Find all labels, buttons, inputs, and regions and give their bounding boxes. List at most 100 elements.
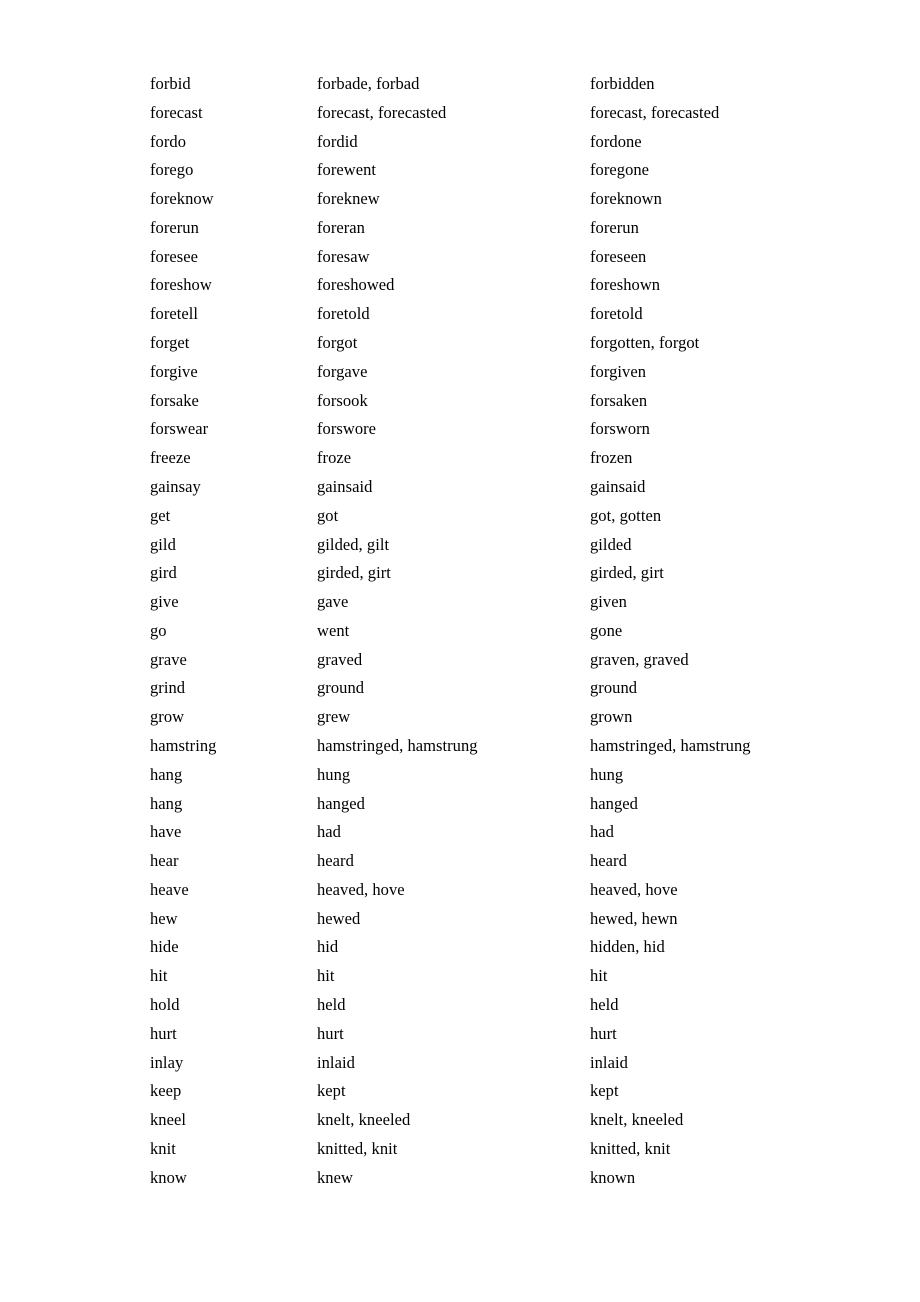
document-page: forbid forbade, forbad forbidden forecast fo… <box>0 0 920 1302</box>
verb-past-tense: foretold <box>317 304 370 324</box>
verb-base-form: inlay <box>150 1052 184 1072</box>
verb-base-form: hold <box>150 995 180 1014</box>
verb-past-participle: hurt <box>590 1023 617 1043</box>
verb-base-form: forego <box>150 160 194 180</box>
table-row: foreshow foreshowed foreshown <box>150 271 890 300</box>
verb-past-participle: girded, girt <box>590 563 664 583</box>
verb-base-form: hew <box>150 908 178 928</box>
table-row: gird girded, girt girded, girt <box>150 559 890 588</box>
verb-past-participle: forgiven <box>590 361 646 381</box>
verb-past-tense: heaved, hove <box>317 879 405 899</box>
table-row: inlay inlaid inlaid <box>150 1049 890 1078</box>
verb-past-tense: went <box>317 620 350 640</box>
table-row: hew hewed hewed, hewn <box>150 905 890 934</box>
verb-past-tense: heard <box>317 851 354 871</box>
table-row: grow grew grown <box>150 703 890 732</box>
table-row: forget forgot forgotten, forgot <box>150 329 890 358</box>
verb-base-form: grind <box>150 678 186 698</box>
table-row: freeze froze frozen <box>150 444 890 473</box>
verb-past-participle: held <box>590 995 619 1014</box>
verb-base-form: hang <box>150 764 183 784</box>
verb-past-participle: foreshown <box>590 275 661 295</box>
verb-base-form: foresee <box>150 246 198 266</box>
verb-past-participle: knitted, knit <box>590 1138 671 1158</box>
verb-past-participle: gilded <box>590 534 632 554</box>
verb-past-participle: heaved, hove <box>590 879 678 899</box>
verb-base-form: hurt <box>150 1023 177 1043</box>
table-row: grind ground ground <box>150 674 890 703</box>
verb-past-tense: hid <box>317 937 339 957</box>
table-row: forswear forswore forsworn <box>150 415 890 444</box>
verb-past-tense: forbade, forbad <box>317 74 420 93</box>
table-row: hamstring hamstringed, hamstrung hamstring… <box>150 732 890 761</box>
verb-past-participle: hamstringed, hamstrung <box>590 735 751 755</box>
verb-past-participle: ground <box>590 678 638 698</box>
verb-base-form: foreknow <box>150 189 214 209</box>
verb-base-form: hang <box>150 793 183 813</box>
verb-past-tense: forecast, forecasted <box>317 102 447 122</box>
verb-base-form: heave <box>150 879 189 899</box>
verb-base-form: gild <box>150 534 176 554</box>
verb-past-tense: held <box>317 995 346 1014</box>
verb-past-participle: foreknown <box>590 189 662 209</box>
verb-base-form: give <box>150 592 179 612</box>
verb-base-form: forbid <box>150 74 191 93</box>
verb-past-tense: foreran <box>317 217 365 237</box>
table-row: forecast forecast, forecasted forecast, fo… <box>150 99 890 128</box>
verb-past-tense: foreknew <box>317 189 380 209</box>
verb-base-form: forswear <box>150 419 209 439</box>
verb-past-tense: hung <box>317 764 351 784</box>
verb-base-form: kneel <box>150 1110 186 1130</box>
verb-base-form: go <box>150 620 167 640</box>
verb-past-tense: graved <box>317 649 363 669</box>
verb-base-form: foreshow <box>150 275 212 295</box>
verb-past-tense: fordid <box>317 131 358 151</box>
table-row: hear heard heard <box>150 847 890 876</box>
verb-past-tense: hewed <box>317 908 361 928</box>
table-row: hide hid hidden, hid <box>150 933 890 962</box>
verb-past-participle: forbidden <box>590 74 655 93</box>
verb-past-participle: frozen <box>590 448 633 468</box>
verb-past-tense: forgot <box>317 333 358 353</box>
verb-base-form: know <box>150 1167 187 1187</box>
verb-past-tense: knitted, knit <box>317 1138 398 1158</box>
table-row: foretell foretold foretold <box>150 300 890 329</box>
verb-past-tense: got <box>317 505 339 525</box>
verb-past-tense: foresaw <box>317 246 370 266</box>
table-row: forgive forgave forgiven <box>150 358 890 387</box>
verb-base-form: forerun <box>150 217 199 237</box>
verb-past-participle: foretold <box>590 304 643 324</box>
verb-past-participle: foreseen <box>590 246 647 266</box>
verb-base-form: forsake <box>150 390 199 410</box>
table-row: forsake forsook forsaken <box>150 387 890 416</box>
table-row: hold held held <box>150 991 890 1020</box>
verb-past-participle: grown <box>590 707 633 727</box>
table-row: hurt hurt hurt <box>150 1020 890 1049</box>
verb-base-form: forgive <box>150 361 198 381</box>
verb-base-form: hamstring <box>150 735 217 755</box>
verb-past-participle: inlaid <box>590 1052 628 1072</box>
table-row: hang hanged hanged <box>150 790 890 819</box>
table-row: grave graved graven, graved <box>150 646 890 675</box>
table-row: foreknow foreknew foreknown <box>150 185 890 214</box>
table-row: hang hung hung <box>150 761 890 790</box>
verb-past-tense: forsook <box>317 390 368 410</box>
verb-past-participle: hidden, hid <box>590 937 665 957</box>
verb-past-tense: had <box>317 822 341 842</box>
verb-base-form: gird <box>150 563 177 583</box>
verb-past-tense: hit <box>317 966 335 986</box>
verb-past-participle: gone <box>590 620 623 640</box>
table-row: know knew known <box>150 1164 890 1193</box>
verb-past-tense: girded, girt <box>317 563 391 583</box>
verb-past-tense: forewent <box>317 160 377 180</box>
table-row: gild gilded, gilt gilded <box>150 531 890 560</box>
verb-past-tense: gave <box>317 592 349 612</box>
verb-past-participle: knelt, kneeled <box>590 1110 684 1130</box>
table-row: go went gone <box>150 617 890 646</box>
verb-past-tense: hamstringed, hamstrung <box>317 735 478 755</box>
table-row: hit hit hit <box>150 962 890 991</box>
verb-past-tense: knew <box>317 1167 353 1187</box>
table-row: kneel knelt, kneeled knelt, kneeled <box>150 1106 890 1135</box>
verb-past-tense: kept <box>317 1081 346 1101</box>
verb-past-tense: inlaid <box>317 1052 355 1072</box>
